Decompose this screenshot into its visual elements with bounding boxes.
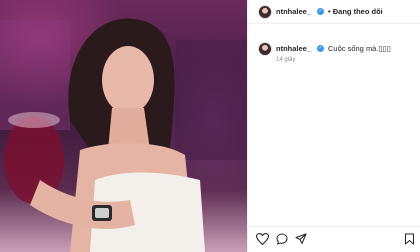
- photo-illustration: [0, 18, 247, 252]
- heart-icon[interactable]: [256, 233, 269, 245]
- post-header: ntnhalee_ ✓ • Đang theo dõi: [248, 0, 420, 24]
- username-link[interactable]: ntnhalee_: [276, 7, 311, 16]
- share-icon[interactable]: [295, 233, 307, 245]
- comment-icon[interactable]: [276, 233, 288, 245]
- verified-badge-icon: ✓: [317, 8, 324, 15]
- caption-timestamp: 14 giây: [276, 57, 296, 63]
- follow-status-label: Đang theo dõi: [332, 7, 383, 16]
- caption-username[interactable]: ntnhalee_: [276, 44, 311, 53]
- caption-words: Cuộc sống mà.: [328, 44, 379, 53]
- caption-text: Cuộc sống mà.▯▯▯: [328, 44, 391, 53]
- follow-status[interactable]: • Đang theo dõi: [328, 7, 383, 16]
- post-side-panel: ntnhalee_ ✓ • Đang theo dõi ntnhalee_ ✓ …: [247, 0, 420, 252]
- caption-emoji: ▯▯▯: [378, 44, 391, 53]
- bookmark-icon[interactable]: [404, 233, 415, 245]
- action-bar: [248, 226, 420, 252]
- post-photo[interactable]: [0, 0, 247, 252]
- user-avatar[interactable]: [258, 5, 272, 19]
- caption-avatar[interactable]: [258, 42, 272, 56]
- caption-verified-badge-icon: ✓: [317, 45, 324, 52]
- separator-dot: •: [328, 7, 331, 16]
